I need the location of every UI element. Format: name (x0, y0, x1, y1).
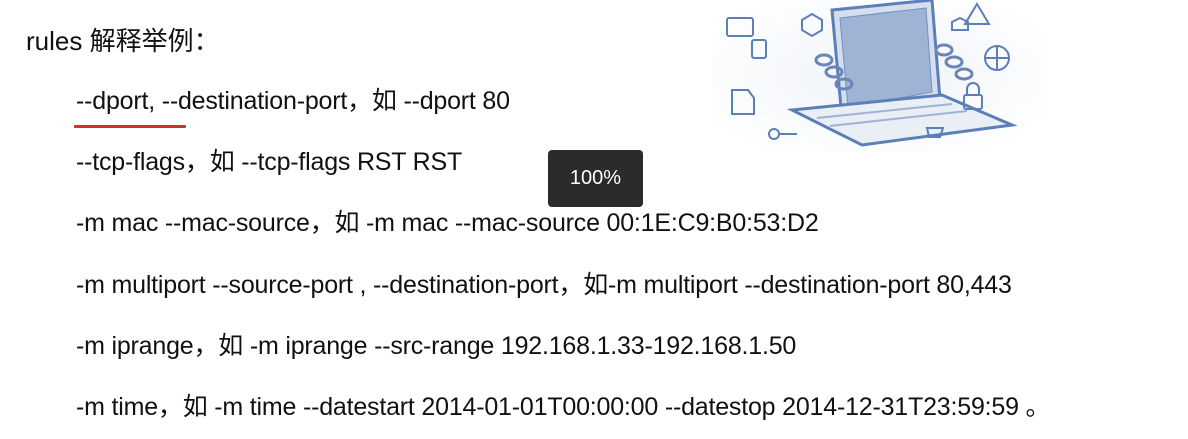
slide-heading: rules 解释举例： (26, 26, 220, 56)
rule-example-dport: --dport, --destination-port，如 --dport 80 (76, 87, 510, 115)
red-underline-annotation (74, 125, 186, 128)
slide-content: rules 解释举例： --dport, --destination-port，… (0, 0, 1188, 439)
zoom-level-tooltip: 100% (548, 150, 643, 207)
rule-example-time: -m time，如 -m time --datestart 2014-01-01… (76, 393, 1051, 421)
rule-example-mac-source: -m mac --mac-source，如 -m mac --mac-sourc… (76, 209, 819, 237)
rule-example-iprange: -m iprange，如 -m iprange --src-range 192.… (76, 332, 797, 360)
chained-laptop-security-illustration (712, 0, 1042, 152)
rule-example-tcp-flags: --tcp-flags，如 --tcp-flags RST RST (76, 148, 463, 176)
rule-example-multiport: -m multiport --source-port , --destinati… (76, 271, 1012, 299)
